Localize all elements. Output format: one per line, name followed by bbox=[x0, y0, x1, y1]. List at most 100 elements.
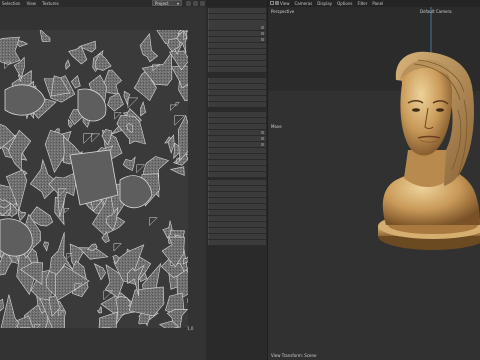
material-list-item[interactable] bbox=[208, 180, 266, 185]
material-list-item[interactable] bbox=[208, 31, 266, 36]
material-list-item[interactable] bbox=[208, 14, 266, 19]
visibility-checkbox[interactable] bbox=[261, 131, 264, 134]
material-group bbox=[208, 112, 266, 178]
uv-menu-selection[interactable]: Selection bbox=[2, 1, 20, 6]
vp-menu-cameras[interactable]: Cameras bbox=[295, 1, 313, 6]
material-list-header bbox=[206, 0, 268, 7]
material-list-item[interactable] bbox=[208, 154, 266, 159]
material-group bbox=[208, 8, 266, 26]
material-list-item[interactable] bbox=[208, 61, 266, 66]
material-list-item[interactable] bbox=[208, 96, 266, 101]
frame-icon[interactable] bbox=[270, 1, 274, 5]
vp-menu-options[interactable]: Options bbox=[337, 1, 352, 6]
material-list-item[interactable] bbox=[208, 222, 266, 227]
chevron-down-icon: ▾ bbox=[176, 1, 179, 6]
uv-map-canvas[interactable] bbox=[0, 30, 188, 328]
uv-island bbox=[0, 294, 19, 328]
uv-island bbox=[0, 36, 21, 65]
uv-island bbox=[93, 263, 107, 281]
visibility-checkbox[interactable] bbox=[261, 32, 264, 35]
camera-icon[interactable] bbox=[275, 1, 279, 5]
view-transform-label: View Transform: Scene bbox=[271, 353, 317, 358]
uv-island bbox=[98, 311, 118, 328]
material-list-item[interactable] bbox=[208, 124, 266, 129]
viewport-panel[interactable]: View Cameras Display Options Filter Pane… bbox=[268, 0, 480, 360]
uv-island bbox=[70, 75, 81, 89]
uv-shell bbox=[69, 149, 119, 206]
uv-island bbox=[39, 30, 51, 43]
visibility-checkbox[interactable] bbox=[261, 137, 264, 140]
uv-island bbox=[169, 166, 185, 176]
visibility-checkbox[interactable] bbox=[261, 26, 264, 29]
projection-label: Perspective bbox=[271, 9, 295, 14]
uv-islands bbox=[0, 30, 188, 328]
vp-menu-view[interactable]: View bbox=[280, 1, 290, 6]
material-list-item[interactable] bbox=[208, 148, 266, 153]
uv-menu-view[interactable]: View bbox=[26, 1, 36, 6]
material-list-item[interactable] bbox=[208, 234, 266, 239]
material-list-item[interactable] bbox=[208, 186, 266, 191]
channel-select[interactable]: Project ▾ bbox=[152, 0, 182, 6]
material-list-item[interactable] bbox=[208, 136, 266, 141]
uv-triangle bbox=[83, 133, 95, 145]
material-group bbox=[208, 180, 266, 246]
uv-triangle bbox=[170, 104, 177, 112]
material-list-item[interactable] bbox=[208, 67, 266, 72]
uv-island bbox=[97, 305, 103, 314]
uv-corner-label: 1,0 bbox=[187, 326, 194, 331]
uv-tool-icon[interactable] bbox=[186, 1, 191, 6]
material-list-item[interactable] bbox=[208, 25, 266, 30]
uv-triangle bbox=[64, 208, 70, 214]
material-list-item[interactable] bbox=[208, 142, 266, 147]
uv-island bbox=[139, 32, 159, 63]
uv-menu-textures[interactable]: Textures bbox=[42, 1, 59, 6]
material-list-item[interactable] bbox=[208, 90, 266, 95]
uv-island bbox=[122, 156, 136, 172]
material-list-item[interactable] bbox=[208, 43, 266, 48]
uv-triangle bbox=[113, 243, 122, 252]
material-list-item[interactable] bbox=[208, 118, 266, 123]
material-list-item[interactable] bbox=[208, 210, 266, 215]
vp-menu-display[interactable]: Display bbox=[317, 1, 332, 6]
material-list-item[interactable] bbox=[208, 160, 266, 165]
uv-triangle bbox=[149, 217, 158, 227]
uv-island bbox=[107, 92, 124, 112]
material-list-item[interactable] bbox=[208, 192, 266, 197]
material-list-item[interactable] bbox=[208, 37, 266, 42]
uv-triangle bbox=[127, 97, 139, 109]
uv-island bbox=[65, 59, 71, 70]
material-list-item[interactable] bbox=[208, 55, 266, 60]
viewport-scene bbox=[268, 0, 480, 360]
material-list-item[interactable] bbox=[208, 112, 266, 117]
material-list-item[interactable] bbox=[208, 172, 266, 177]
visibility-checkbox[interactable] bbox=[261, 38, 264, 41]
uv-island bbox=[17, 208, 26, 222]
material-list-item[interactable] bbox=[208, 166, 266, 171]
vp-menu-panel[interactable]: Panel bbox=[372, 1, 383, 6]
visibility-checkbox[interactable] bbox=[261, 143, 264, 146]
material-list-item[interactable] bbox=[208, 216, 266, 221]
material-list-item[interactable] bbox=[208, 228, 266, 233]
material-list-item[interactable] bbox=[208, 84, 266, 89]
uv-triangle bbox=[175, 102, 180, 107]
material-list-item[interactable] bbox=[208, 204, 266, 209]
uv-island bbox=[0, 298, 4, 312]
viewport-menubar: View Cameras Display Options Filter Pane… bbox=[268, 0, 480, 7]
uv-island bbox=[140, 101, 147, 117]
channel-select-value: Project bbox=[155, 1, 169, 6]
uv-tool-icon[interactable] bbox=[200, 1, 205, 6]
material-list-item[interactable] bbox=[208, 49, 266, 54]
material-list-item[interactable] bbox=[208, 102, 266, 107]
uv-island bbox=[128, 286, 165, 317]
material-list-item[interactable] bbox=[208, 78, 266, 83]
uv-island bbox=[43, 241, 49, 252]
material-list-item[interactable] bbox=[208, 240, 266, 245]
vp-menu-filter[interactable]: Filter bbox=[357, 1, 367, 6]
uv-tool-icon[interactable] bbox=[193, 1, 198, 6]
camera-label: Default Camera bbox=[420, 9, 452, 14]
uv-triangle bbox=[91, 133, 101, 143]
material-list-item[interactable] bbox=[208, 130, 266, 135]
material-list-item[interactable] bbox=[208, 198, 266, 203]
material-list-item[interactable] bbox=[208, 8, 266, 13]
move-label: Move bbox=[271, 124, 282, 129]
